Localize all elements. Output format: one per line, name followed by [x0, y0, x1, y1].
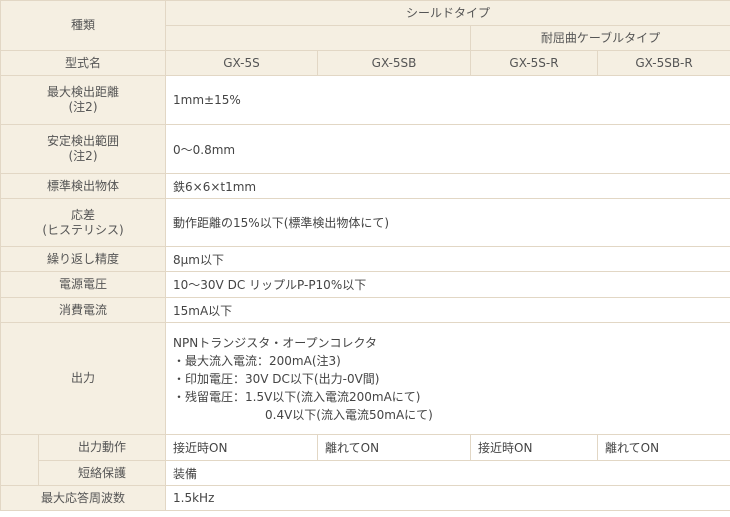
std-object-value: 鉄6×6×t1mm: [165, 173, 730, 199]
output-operation-gx-5sb: 離れてON: [317, 434, 472, 461]
repeatability-label: 繰り返し精度: [0, 246, 167, 272]
model-gx-5sb-r: GX-5SB-R: [597, 50, 730, 76]
current-consumption-value: 15mA以下: [165, 297, 730, 323]
max-response-freq-label: 最大応答周波数: [0, 485, 167, 511]
hysteresis-label: 応差 (ヒステリシス): [0, 198, 167, 247]
flex-cable-type-header: 耐屈曲ケーブルタイプ: [470, 25, 730, 51]
output-sub-spacer: [0, 434, 39, 486]
shield-type-header: シールドタイプ: [165, 0, 730, 26]
supply-voltage-value: 10〜30V DC リップルP-P10%以下: [165, 271, 730, 298]
supply-voltage-label: 電源電圧: [0, 271, 167, 298]
hysteresis-label-line1: 応差: [71, 207, 96, 222]
spec-table: 種類 シールドタイプ 耐屈曲ケーブルタイプ 型式名 GX-5S GX-5SB G…: [0, 0, 730, 511]
output-operation-gx-5s: 接近時ON: [165, 434, 319, 461]
output-line-3: ・印加電圧：30V DC以下(出力-0V間): [173, 371, 380, 386]
max-distance-label-line2: (注2): [68, 100, 98, 114]
output-operation-gx-5sb-r: 離れてON: [597, 434, 730, 461]
type-header: 種類: [0, 0, 167, 51]
output-line-2: ・最大流入電流：200mA(注3): [173, 353, 341, 368]
output-line-1: NPNトランジスタ・オープンコレクタ: [173, 335, 378, 350]
output-operation-label: 出力動作: [37, 434, 167, 461]
std-object-label: 標準検出物体: [0, 173, 167, 199]
max-response-freq-value: 1.5kHz: [165, 485, 730, 511]
model-gx-5sb: GX-5SB: [317, 50, 472, 76]
model-header: 型式名: [0, 50, 167, 76]
stable-range-label-line1: 安定検出範囲: [47, 134, 120, 148]
hysteresis-value: 動作距離の15%以下(標準検出物体にて): [165, 198, 730, 247]
output-value: NPNトランジスタ・オープンコレクタ ・最大流入電流：200mA(注3) ・印加…: [165, 322, 730, 435]
output-operation-gx-5s-r: 接近時ON: [470, 434, 599, 461]
stable-range-label: 安定検出範囲 (注2): [0, 124, 167, 174]
stable-range-label-line2: (注2): [68, 149, 98, 163]
max-distance-value: 1mm±15%: [165, 75, 730, 125]
hysteresis-label-line2: (ヒステリシス): [42, 222, 124, 237]
output-line-4: ・残留電圧：1.5V以下(流入電流200mAにて): [173, 389, 421, 404]
output-label: 出力: [0, 322, 167, 435]
short-protection-label: 短絡保護: [37, 460, 167, 486]
repeatability-value: 8μm以下: [165, 246, 730, 272]
model-gx-5s-r: GX-5S-R: [470, 50, 599, 76]
blank-header-cell: [165, 25, 472, 51]
output-line-5: 0.4V以下(流入電流50mAにて): [265, 407, 433, 422]
max-distance-label-line1: 最大検出距離: [47, 85, 120, 99]
stable-range-value: 0〜0.8mm: [165, 124, 730, 174]
short-protection-value: 装備: [165, 460, 730, 486]
current-consumption-label: 消費電流: [0, 297, 167, 323]
model-gx-5s: GX-5S: [165, 50, 319, 76]
max-distance-label: 最大検出距離 (注2): [0, 75, 167, 125]
